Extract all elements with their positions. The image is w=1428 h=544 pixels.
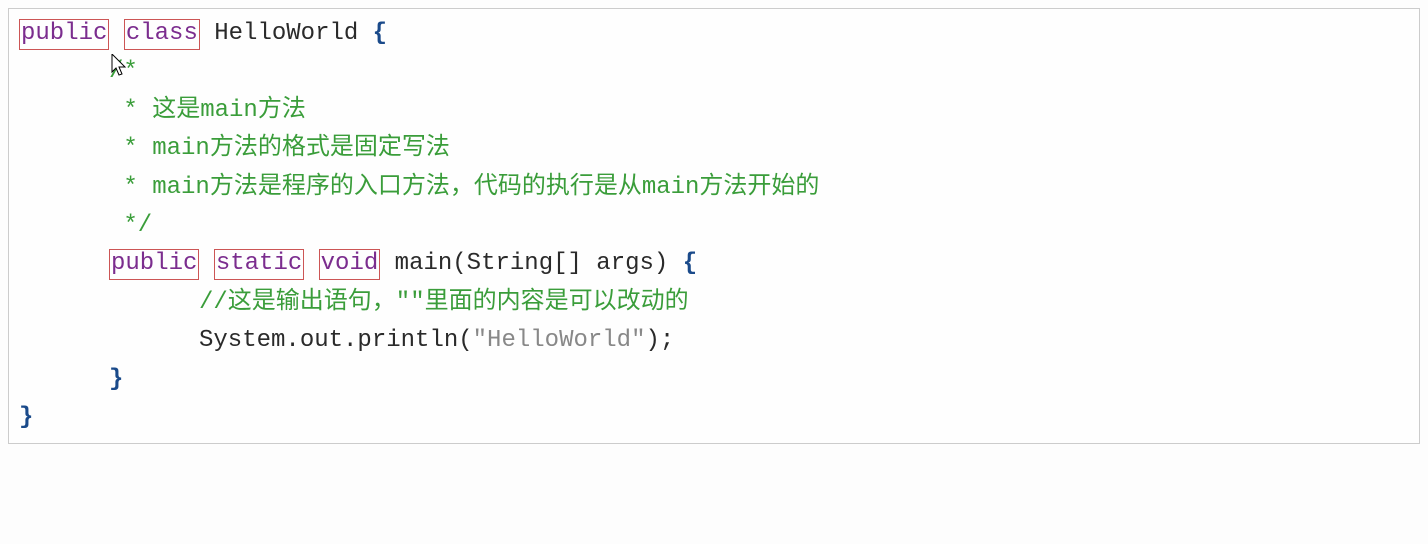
println-call: System.out.println( <box>199 327 473 354</box>
code-line: * main方法的格式是固定写法 <box>19 130 1409 168</box>
string-literal: "HelloWorld" <box>473 327 646 354</box>
println-end: ); <box>645 327 674 354</box>
keyword-public: public <box>19 19 109 50</box>
keyword-void: void <box>319 249 381 280</box>
method-signature: main(String[] args) <box>380 250 682 277</box>
comment-text: * main方法是程序的入口方法，代码的执行是从main方法开始的 <box>109 174 819 201</box>
close-brace: } <box>19 404 33 431</box>
code-line: public class HelloWorld { <box>19 15 1409 53</box>
code-line: */ <box>19 207 1409 245</box>
comment-block-start: /* <box>109 58 138 85</box>
code-line: System.out.println("HelloWorld"); <box>19 322 1409 360</box>
class-name: HelloWorld <box>200 20 373 47</box>
comment-text: * main方法的格式是固定写法 <box>109 135 450 162</box>
comment-block-end: */ <box>109 212 152 239</box>
code-line: } <box>19 399 1409 437</box>
line-comment: //这是输出语句，""里面的内容是可以改动的 <box>199 289 689 316</box>
keyword-static: static <box>214 249 304 280</box>
open-brace: { <box>373 20 387 47</box>
code-line: } <box>19 361 1409 399</box>
comment-text: * 这是main方法 <box>109 97 306 124</box>
close-brace: } <box>109 366 123 393</box>
code-line: /* <box>19 53 1409 91</box>
code-editor[interactable]: public class HelloWorld { /* * 这是main方法 … <box>8 8 1420 444</box>
code-line: * main方法是程序的入口方法，代码的执行是从main方法开始的 <box>19 169 1409 207</box>
code-line: //这是输出语句，""里面的内容是可以改动的 <box>19 284 1409 322</box>
keyword-class: class <box>124 19 200 50</box>
code-line: * 这是main方法 <box>19 92 1409 130</box>
open-brace: { <box>683 250 697 277</box>
keyword-public: public <box>109 249 199 280</box>
code-line: public static void main(String[] args) { <box>19 245 1409 283</box>
